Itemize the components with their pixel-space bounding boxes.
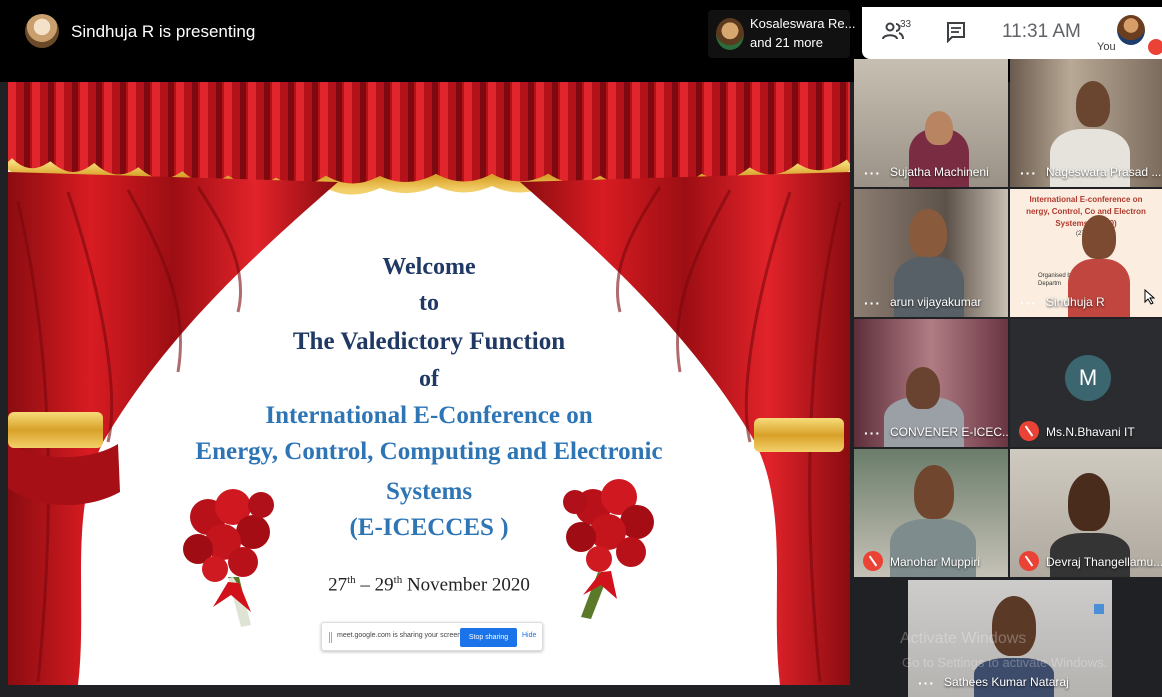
- more-options-icon[interactable]: ···: [864, 166, 881, 180]
- participant-name: Manohar Muppiri: [890, 555, 981, 569]
- mic-off-icon: [1019, 551, 1039, 571]
- participant-face: [925, 111, 953, 145]
- presenter-avatar: [25, 14, 59, 48]
- participant-tile[interactable]: ··· Sujatha Machineni: [854, 59, 1008, 187]
- participant-face: [1068, 473, 1110, 531]
- slide-to: to: [419, 290, 439, 316]
- more-options-icon[interactable]: ···: [918, 676, 935, 690]
- participant-name: Ms.N.Bhavani IT: [1046, 425, 1135, 439]
- people-count: 33: [900, 19, 912, 30]
- slide-function-title: The Valedictory Function: [292, 328, 566, 355]
- participant-name: Nageswara Prasad ...: [1046, 165, 1162, 179]
- slide-welcome: Welcome: [382, 254, 476, 280]
- meeting-controls: 33 11:31 AM You: [862, 7, 1162, 59]
- participant-tile[interactable]: ··· CONVENER E-ICEC...: [854, 319, 1008, 447]
- stop-sharing-button[interactable]: Stop sharing: [460, 628, 517, 647]
- hide-button[interactable]: Hide: [522, 632, 536, 639]
- participant-tile[interactable]: ··· Nageswara Prasad ...: [1010, 59, 1162, 187]
- slide-of: of: [419, 366, 439, 392]
- participant-face: [1076, 81, 1110, 127]
- participant-avatar: [716, 18, 744, 50]
- more-options-icon[interactable]: ···: [864, 426, 881, 440]
- participant-name: arun vijayakumar: [890, 295, 982, 309]
- share-message: meet.google.com is sharing your screen.: [337, 632, 464, 639]
- other-participants-chip[interactable]: Kosaleswara Re... and 21 more: [708, 10, 856, 58]
- participant-initial-avatar: M: [1065, 355, 1111, 401]
- presenting-status: Sindhuja R is presenting: [71, 22, 256, 41]
- participant-name: CONVENER E-ICEC...: [890, 425, 1008, 439]
- screen-share-notification: meet.google.com is sharing your screen. …: [321, 622, 543, 651]
- more-options-icon[interactable]: ···: [1020, 296, 1037, 310]
- participant-name: Sathees Kumar Nataraj: [944, 675, 1069, 689]
- slide-acronym: (E-ICECCES ): [349, 514, 509, 541]
- participant-face: [1082, 215, 1116, 259]
- more-options-icon[interactable]: ···: [1020, 166, 1037, 180]
- presenter-tile[interactable]: International E-conference on nergy, Con…: [1010, 189, 1162, 317]
- chat-icon: [947, 22, 965, 44]
- clock: 11:31 AM: [1002, 21, 1081, 42]
- cursor-icon: [1144, 289, 1156, 305]
- slide-systems-line: Systems: [385, 478, 473, 505]
- participant-name: Sujatha Machineni: [890, 165, 989, 179]
- mic-off-icon: [863, 551, 883, 571]
- self-label: You: [1097, 41, 1116, 53]
- participant-name: Devraj Thangellamu...: [1046, 555, 1162, 569]
- slide-date: 27th – 29th November 2020: [328, 574, 530, 596]
- participant-tile[interactable]: Manohar Muppiri: [854, 449, 1008, 577]
- tile-slide-title: International E-conference on: [1029, 195, 1143, 204]
- activation-watermark-subtitle: Go to Settings to activate Windows.: [902, 655, 1108, 670]
- other-participant-name: Kosaleswara Re...: [750, 16, 856, 31]
- activation-watermark-title: Activate Windows: [900, 630, 1027, 647]
- participant-name: Sindhuja R: [1046, 295, 1105, 309]
- self-avatar[interactable]: [1117, 15, 1145, 45]
- participant-face: [906, 367, 940, 409]
- participant-face: [914, 465, 954, 519]
- mic-off-icon: [1148, 39, 1162, 55]
- chat-button[interactable]: [946, 21, 970, 45]
- slide-conference-line: International E-Conference on: [265, 402, 593, 429]
- more-options-icon[interactable]: ···: [864, 296, 881, 310]
- participant-tile[interactable]: M Ms.N.Bhavani IT: [1010, 319, 1162, 447]
- mic-off-icon: [1019, 421, 1039, 441]
- drag-handle-icon[interactable]: [329, 632, 332, 643]
- participant-tile[interactable]: Devraj Thangellamu...: [1010, 449, 1162, 577]
- presentation-screen: Welcome to The Valedictory Function of I…: [8, 82, 850, 685]
- more-participants-count: and 21 more: [750, 35, 823, 50]
- tile-slide-dept: Departm: [1038, 281, 1062, 287]
- participant-tile[interactable]: ··· arun vijayakumar: [854, 189, 1008, 317]
- tile-slide-topics: nergy, Control, Co and Electron: [1026, 207, 1146, 216]
- camera-indicator: [1094, 604, 1104, 614]
- participant-face: [909, 209, 947, 257]
- slide-topics-line: Energy, Control, Computing and Electroni…: [195, 438, 663, 465]
